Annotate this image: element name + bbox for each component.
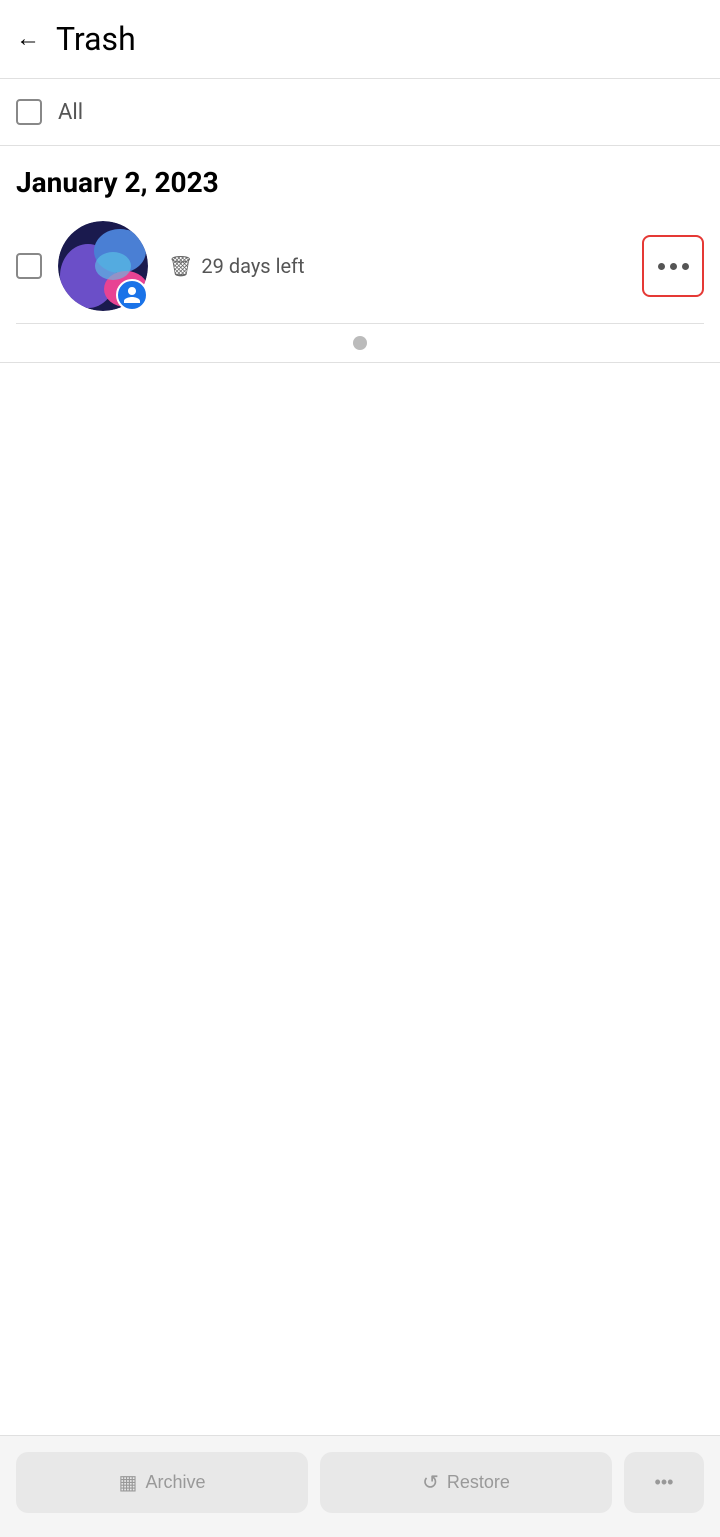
- archive-icon: ▦: [119, 1470, 138, 1495]
- dot-2: [670, 263, 677, 270]
- item-checkbox[interactable]: [16, 253, 42, 279]
- select-all-row: All: [0, 79, 720, 146]
- restore-icon: ↺: [422, 1470, 439, 1495]
- person-icon: [122, 285, 142, 305]
- list-item: 🗑 29 days left: [0, 209, 720, 323]
- avatar: [58, 221, 148, 311]
- date-header: January 2, 2023: [0, 146, 720, 209]
- user-badge: [116, 279, 148, 311]
- restore-label: Restore: [447, 1472, 510, 1493]
- select-all-label: All: [58, 100, 83, 125]
- toolbar-more-button[interactable]: •••: [624, 1452, 704, 1513]
- item-info: 🗑 29 days left: [168, 254, 642, 278]
- trash-icon: 🗑: [168, 254, 193, 278]
- header: ← Trash: [0, 0, 720, 79]
- select-all-checkbox[interactable]: [16, 99, 42, 125]
- more-dots: [658, 263, 689, 270]
- back-icon: ←: [16, 25, 40, 53]
- days-left-text: 29 days left: [201, 254, 304, 278]
- dot-3: [682, 263, 689, 270]
- spacer: [0, 363, 720, 1435]
- dot-indicator-row: [0, 324, 720, 362]
- back-button[interactable]: ←: [16, 25, 40, 53]
- more-button[interactable]: [642, 235, 704, 297]
- archive-label: Archive: [145, 1472, 205, 1493]
- archive-button[interactable]: ▦ Archive: [16, 1452, 308, 1513]
- dot-indicator: [353, 336, 367, 350]
- page-title: Trash: [56, 20, 136, 58]
- dot-1: [658, 263, 665, 270]
- restore-button[interactable]: ↺ Restore: [320, 1452, 612, 1513]
- bottom-toolbar: ▦ Archive ↺ Restore •••: [0, 1435, 720, 1537]
- toolbar-more-dots: •••: [655, 1472, 674, 1493]
